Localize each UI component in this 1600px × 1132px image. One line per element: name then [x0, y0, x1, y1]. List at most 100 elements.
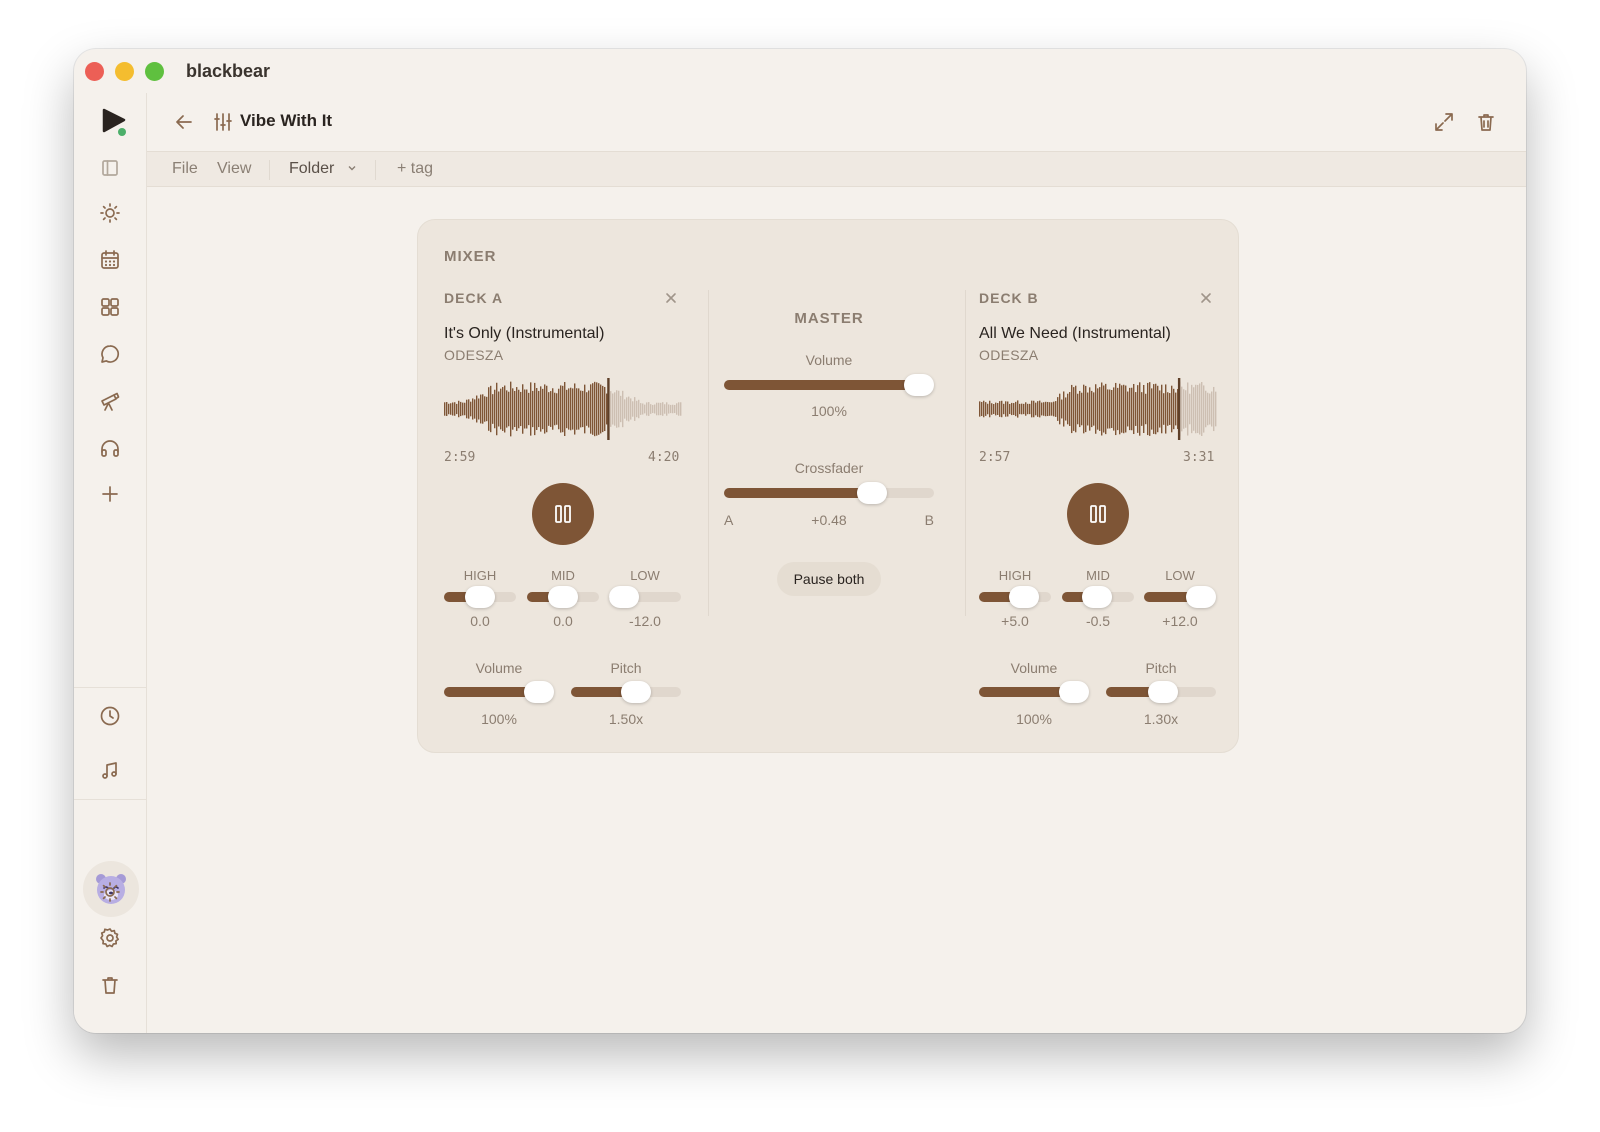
waveform-bar — [1011, 402, 1013, 416]
waveform-bar — [546, 385, 548, 433]
deck-b-eq-high-slider[interactable] — [979, 586, 1051, 608]
deck-b-waveform[interactable] — [979, 378, 1217, 440]
headphones-icon[interactable] — [97, 435, 123, 461]
slider-thumb[interactable] — [548, 586, 578, 608]
waveform-bar — [1185, 390, 1187, 428]
slider-fill — [724, 380, 919, 390]
brightness-icon[interactable] — [97, 879, 123, 905]
waveform-bar — [572, 388, 574, 430]
deck-a-eq-mid-slider[interactable] — [527, 586, 599, 608]
waveform-bar — [544, 384, 546, 434]
master-volume-slider[interactable] — [724, 374, 934, 396]
waveform-bar — [578, 388, 580, 430]
deck-b-pause-button[interactable] — [1067, 483, 1129, 545]
waveform-bar — [502, 387, 504, 431]
slider-thumb[interactable] — [1147, 681, 1178, 703]
deck-b-eq-low-slider[interactable] — [1144, 586, 1216, 608]
deck-a-volume-slider[interactable] — [444, 681, 554, 703]
waveform-bar — [1111, 390, 1113, 428]
slider-thumb[interactable] — [620, 681, 651, 703]
deck-b-eq-mid-slider[interactable] — [1062, 586, 1134, 608]
deck-a-waveform[interactable] — [444, 378, 682, 440]
waveform-bar — [1125, 385, 1127, 433]
expand-icon[interactable] — [1432, 110, 1456, 134]
waveform-bar — [1201, 382, 1203, 436]
waveform-bar — [476, 395, 478, 423]
waveform-bar — [1003, 403, 1005, 415]
calendar-icon[interactable] — [97, 247, 123, 273]
waveform-bar — [1085, 385, 1087, 433]
trash-icon[interactable] — [97, 972, 123, 998]
slider-thumb[interactable] — [1082, 586, 1113, 608]
deck-a-eq-low-slider[interactable] — [609, 586, 681, 608]
sun-icon[interactable] — [97, 200, 123, 226]
deck-b-close-icon[interactable] — [1198, 290, 1214, 306]
delete-trash-icon[interactable] — [1474, 110, 1498, 134]
pause-icon — [555, 505, 571, 523]
waveform-bar — [560, 385, 562, 433]
settings-gear-icon[interactable] — [97, 925, 123, 951]
menu-file[interactable]: File — [172, 160, 198, 178]
waveform-bar — [450, 403, 452, 415]
telescope-icon[interactable] — [97, 388, 123, 414]
add-tag-button[interactable]: + tag — [397, 160, 433, 178]
deck-a-eq-low-label: LOW — [630, 568, 660, 583]
waveform-bar — [1061, 399, 1063, 419]
app-logo-icon[interactable] — [100, 105, 130, 139]
waveform-bar — [1045, 401, 1047, 417]
waveform-bar — [606, 393, 608, 425]
chat-icon[interactable] — [97, 341, 123, 367]
waveform-bar — [1197, 384, 1199, 434]
clock-icon[interactable] — [97, 703, 123, 729]
grid-icon[interactable] — [97, 294, 123, 320]
deck-a-pitch-slider[interactable] — [571, 681, 681, 703]
slider-thumb[interactable] — [904, 374, 934, 396]
waveform-bar — [528, 392, 530, 426]
waveform-bar — [508, 391, 510, 427]
minimize-window-button[interactable] — [115, 61, 134, 81]
waveform-bar — [538, 390, 540, 428]
waveform-bar — [1181, 386, 1183, 432]
deck-a-eq-high-value: 0.0 — [470, 613, 490, 629]
close-window-button[interactable] — [85, 61, 104, 81]
zoom-window-button[interactable] — [145, 61, 164, 81]
deck-b-volume-slider[interactable] — [979, 681, 1089, 703]
slider-thumb[interactable] — [524, 681, 554, 703]
deck-a-eq-high-slider[interactable] — [444, 586, 516, 608]
waveform-bar — [624, 399, 626, 419]
pause-both-button[interactable]: Pause both — [777, 562, 881, 596]
deck-a-pause-button[interactable] — [532, 483, 594, 545]
music-note-icon[interactable] — [97, 758, 123, 784]
waveform-bar — [1165, 384, 1167, 434]
slider-thumb[interactable] — [465, 586, 495, 608]
deck-b-pitch-slider[interactable] — [1106, 681, 1216, 703]
add-icon[interactable] — [97, 481, 123, 507]
waveform-bar — [630, 398, 632, 420]
playhead[interactable] — [607, 378, 610, 440]
sidebar-toggle-icon[interactable] — [97, 155, 123, 181]
waveform-bar — [1155, 383, 1157, 435]
slider-thumb[interactable] — [1059, 681, 1089, 703]
waveform-bar — [1153, 384, 1155, 434]
waveform-bar — [1013, 403, 1015, 415]
back-arrow-icon[interactable] — [173, 111, 195, 133]
deck-a-close-icon[interactable] — [663, 290, 679, 306]
waveform-bar — [662, 402, 664, 416]
waveform-bar — [991, 403, 993, 415]
menu-bar: File View Folder + tag — [147, 151, 1526, 187]
slider-thumb[interactable] — [857, 482, 888, 504]
menu-view[interactable]: View — [217, 160, 251, 178]
slider-thumb[interactable] — [1008, 586, 1039, 608]
column-divider — [708, 290, 709, 616]
sidebar-divider — [74, 799, 146, 800]
slider-thumb[interactable] — [609, 586, 639, 608]
waveform-bar — [548, 392, 550, 426]
playhead[interactable] — [1177, 378, 1181, 440]
waveform-bar — [1159, 390, 1161, 428]
waveform-bar — [1069, 392, 1071, 426]
crossfader-slider[interactable] — [724, 482, 934, 504]
waveform-bar — [1059, 393, 1061, 425]
slider-thumb[interactable] — [1186, 586, 1216, 608]
menu-folder[interactable]: Folder — [289, 160, 357, 178]
waveform-bar — [570, 387, 572, 431]
